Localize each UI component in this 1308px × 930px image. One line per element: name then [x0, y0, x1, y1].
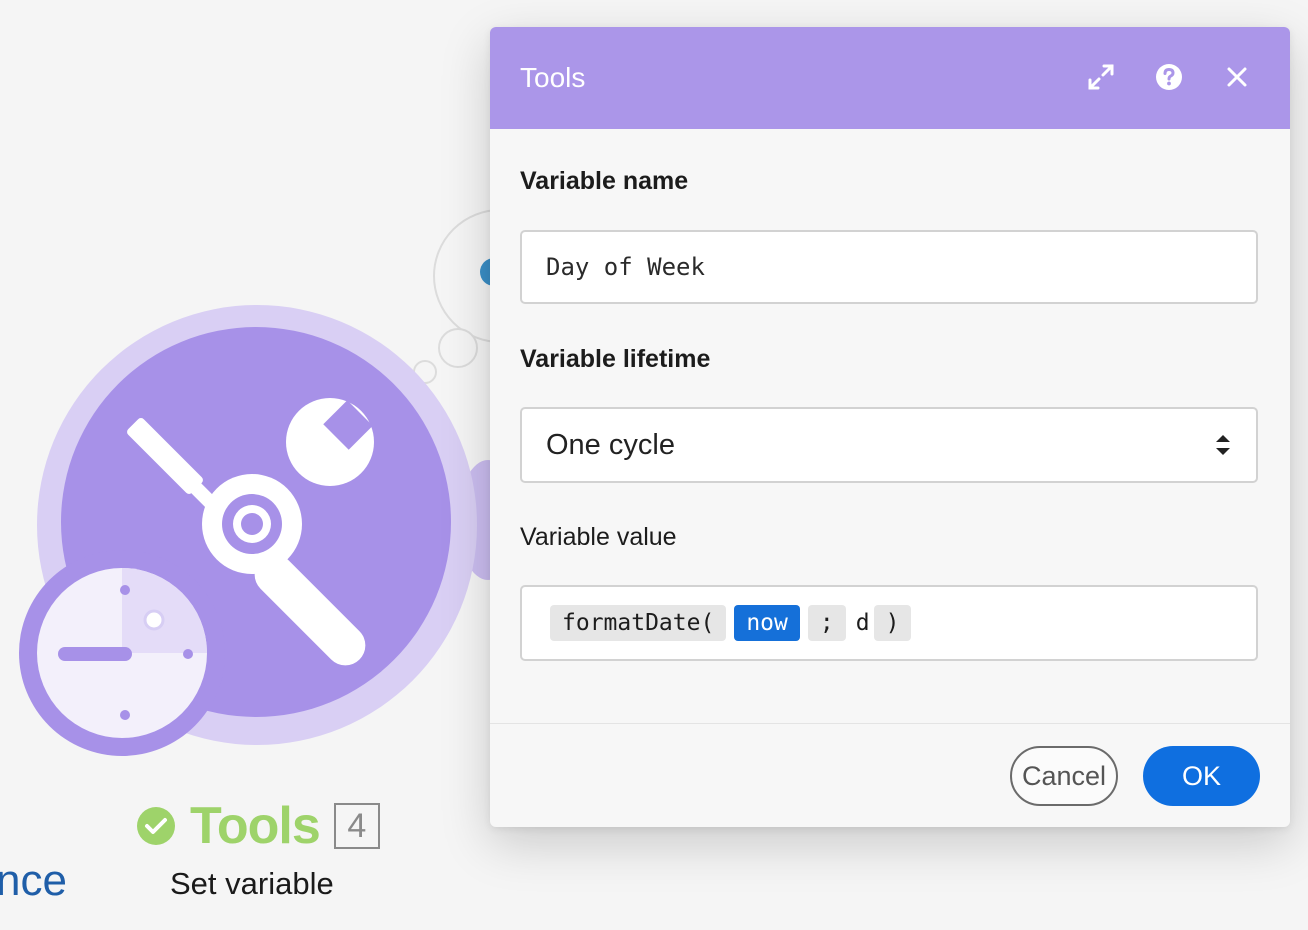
- module-title-row: Tools 4: [136, 796, 380, 856]
- variable-name-input[interactable]: [520, 230, 1258, 304]
- now-token[interactable]: now: [734, 605, 800, 641]
- tools-module-node[interactable]: [0, 180, 520, 780]
- variable-lifetime-value: One cycle: [546, 428, 675, 461]
- ok-button[interactable]: OK: [1143, 746, 1260, 806]
- module-subtitle: Set variable: [170, 866, 334, 901]
- tools-dialog: Tools Variable name Day of Week Variable…: [490, 27, 1290, 827]
- module-id-badge: 4: [333, 803, 380, 849]
- dialog-header: Tools: [490, 27, 1290, 129]
- close-icon[interactable]: [1220, 60, 1254, 94]
- variable-value-label: Variable value: [520, 523, 677, 551]
- scenario-canvas[interactable]: Tools 4 Set variable nce Tools Variable …: [0, 0, 1308, 930]
- variable-name-label: Variable name: [520, 167, 689, 195]
- dialog-title: Tools: [520, 62, 586, 93]
- variable-value-editor[interactable]: formatDate( now ; d ): [520, 585, 1258, 661]
- help-icon[interactable]: [1152, 60, 1186, 94]
- clock-hand: [58, 647, 132, 661]
- function-token[interactable]: formatDate(: [550, 605, 727, 641]
- cancel-button[interactable]: Cancel: [1010, 746, 1118, 806]
- adjacent-module-label: nce: [0, 856, 67, 905]
- argument-text: d: [855, 610, 870, 636]
- sort-arrows-icon: [1216, 435, 1230, 455]
- expand-icon[interactable]: [1084, 60, 1118, 94]
- module-name: Tools: [190, 797, 321, 855]
- header-actions: [1084, 60, 1254, 94]
- check-circle-icon: [137, 807, 175, 845]
- variable-lifetime-label: Variable lifetime: [520, 345, 711, 373]
- variable-lifetime-select[interactable]: One cycle: [520, 407, 1258, 483]
- close-paren-token[interactable]: ): [873, 605, 912, 641]
- separator-token[interactable]: ;: [807, 605, 846, 641]
- connector-bubble-small: [438, 328, 478, 368]
- dialog-footer: Cancel OK: [490, 723, 1290, 827]
- gear-icon: [222, 494, 282, 554]
